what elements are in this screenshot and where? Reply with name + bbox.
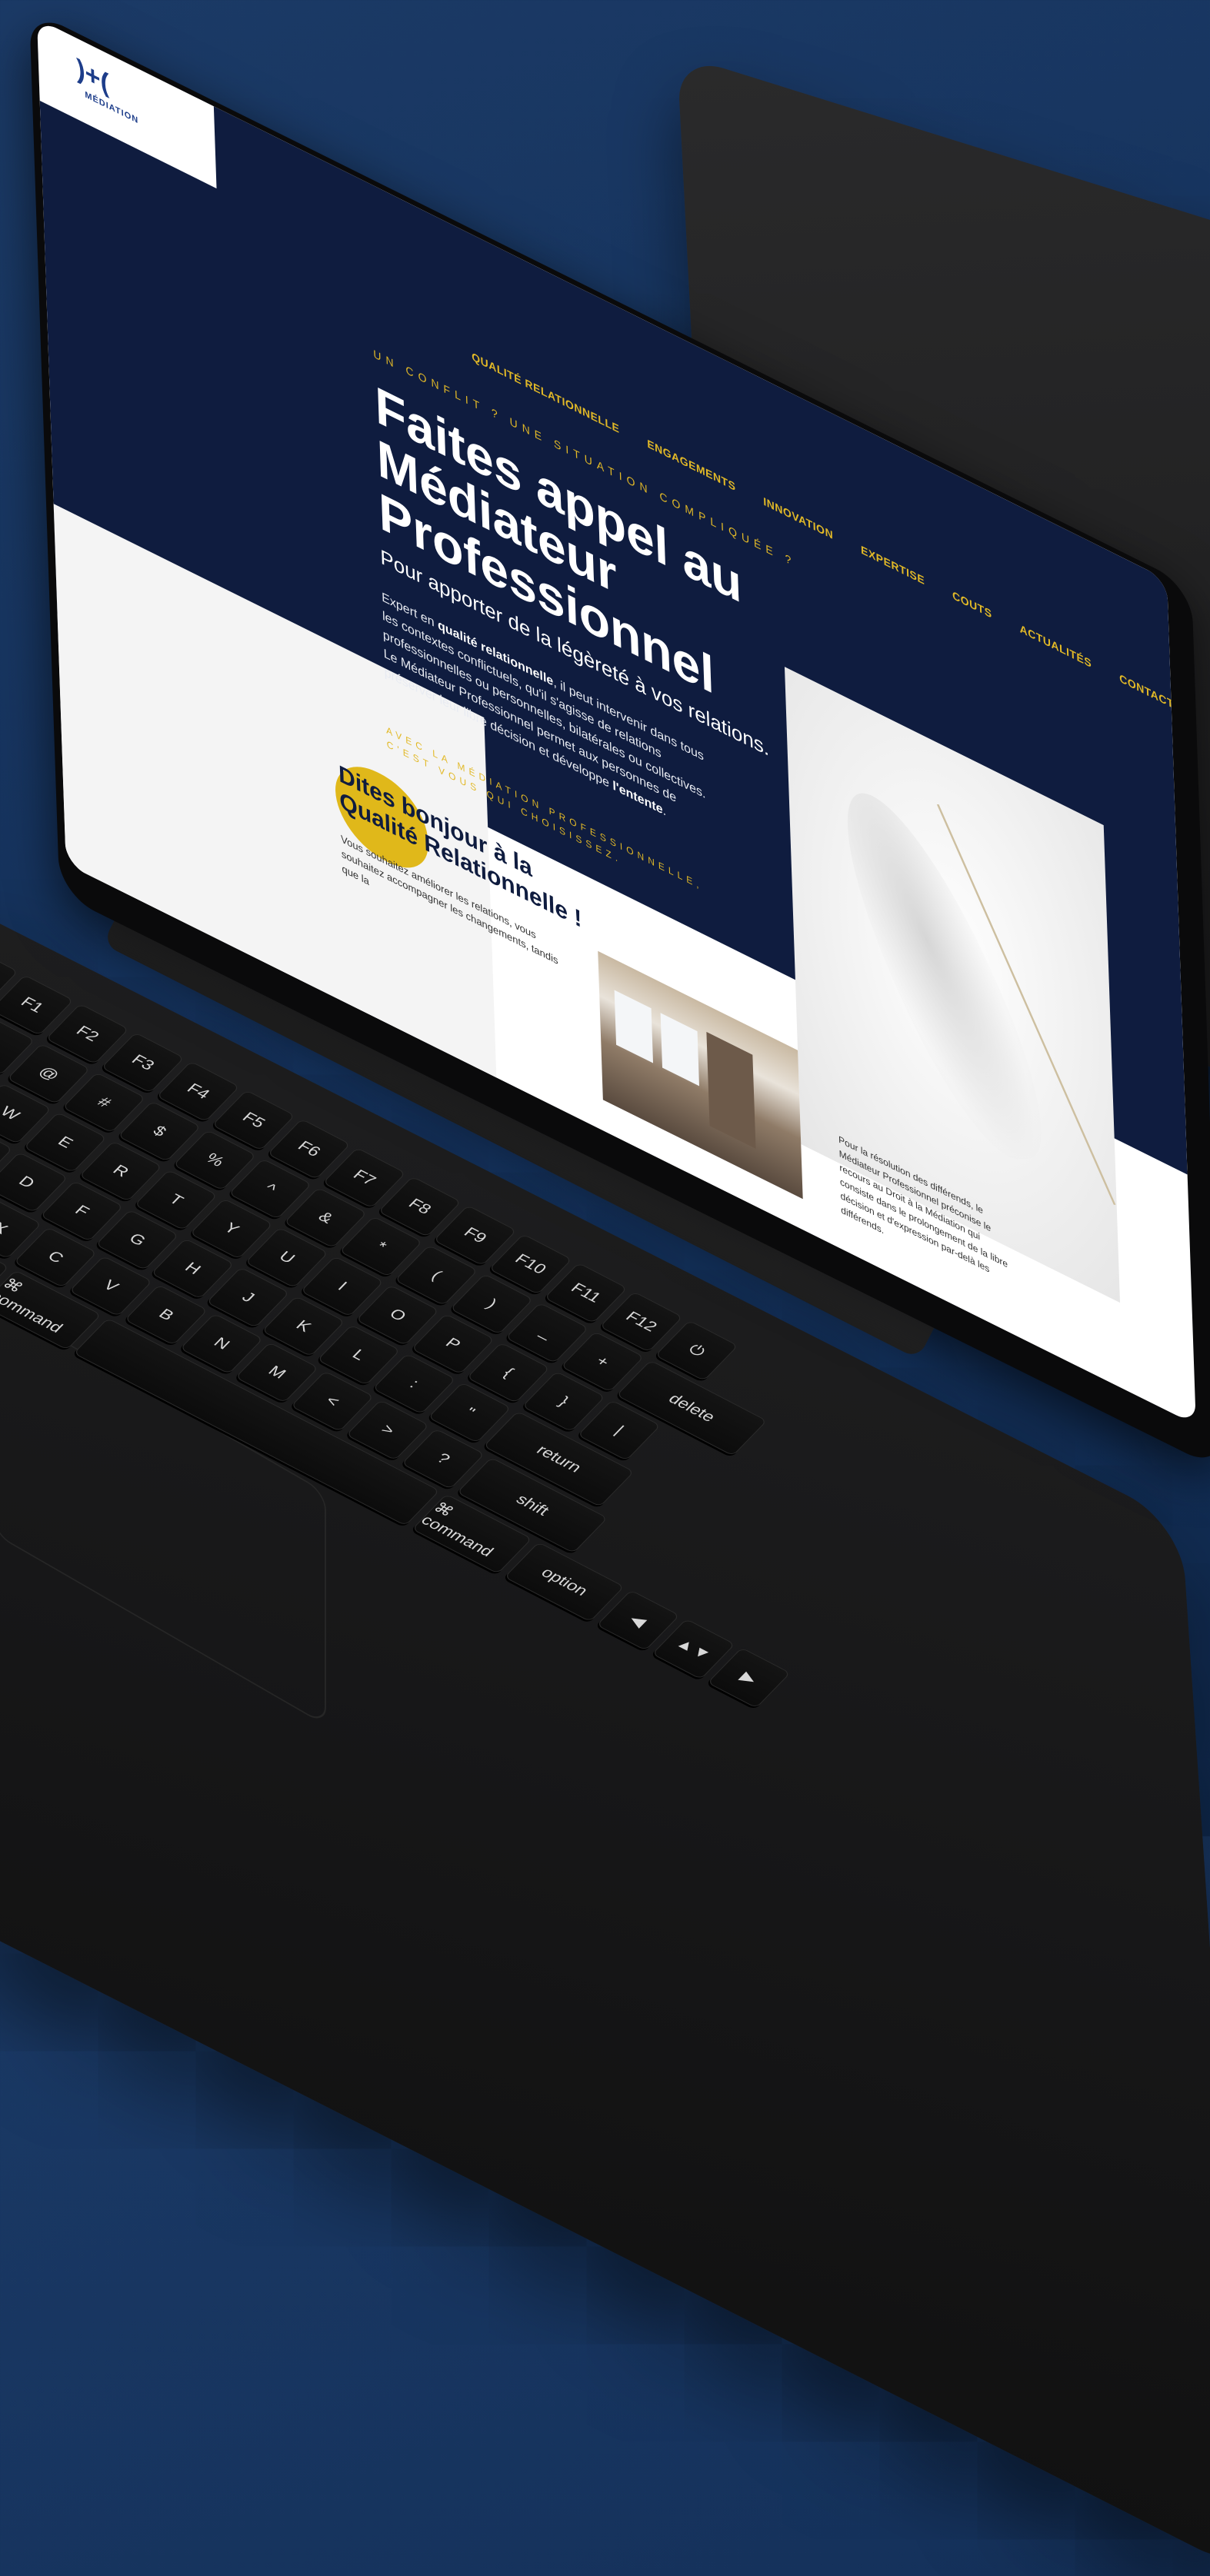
logo-text: MÉDIATION [85, 89, 139, 126]
logo-mark: )+( [75, 53, 110, 99]
hero-para-part: . [662, 804, 667, 819]
office-bookcase [706, 1031, 756, 1149]
feather-icon [812, 790, 1074, 1161]
office-window [660, 1013, 699, 1087]
office-window [614, 990, 654, 1063]
